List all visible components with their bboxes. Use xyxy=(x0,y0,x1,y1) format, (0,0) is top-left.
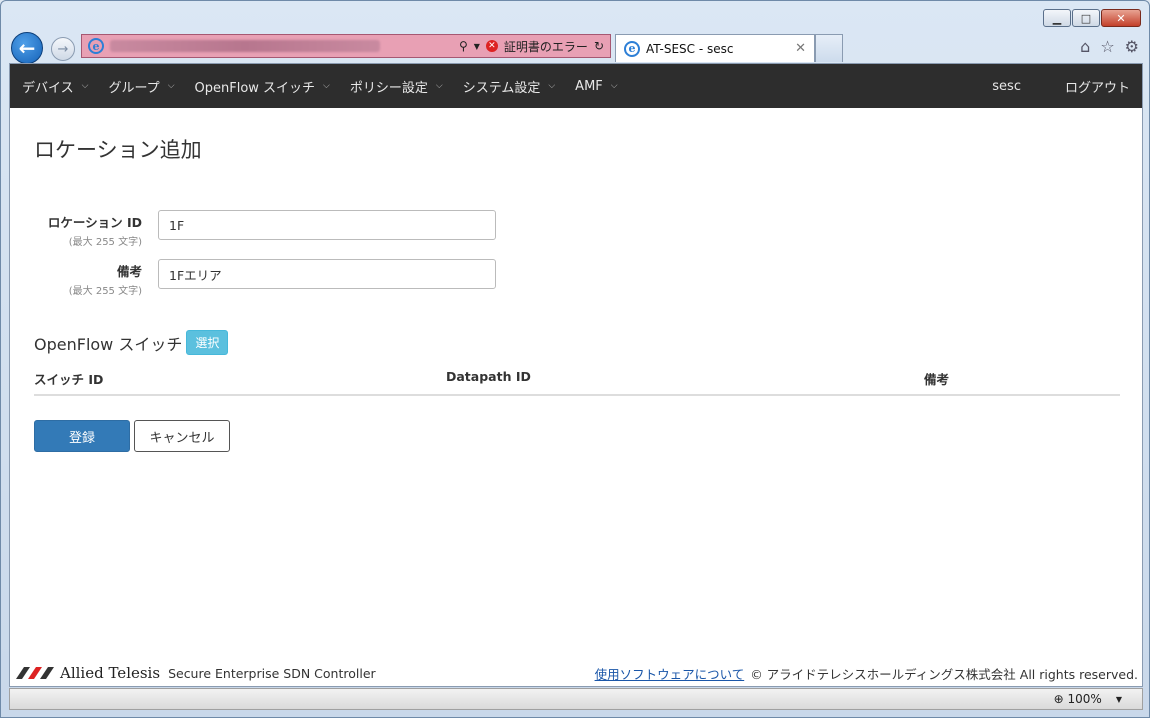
nav-label: AMF xyxy=(575,78,603,94)
nav-item-policy-settings[interactable]: ポリシー設定 ⌵ xyxy=(350,77,443,96)
refresh-icon[interactable]: ↻ xyxy=(594,39,604,53)
ie-icon: e xyxy=(88,38,104,54)
address-bar[interactable]: e ⚲ ▼ ✕ 証明書のエラー ↻ xyxy=(81,34,611,58)
address-actions: ⚲ ▼ ✕ 証明書のエラー ↻ xyxy=(459,38,604,55)
dropdown-icon[interactable]: ▼ xyxy=(474,42,480,51)
nav-item-system-settings[interactable]: システム設定 ⌵ xyxy=(463,77,555,96)
zoom-value: 100% xyxy=(1067,692,1102,706)
openflow-switch-section: OpenFlow スイッチ 選択 xyxy=(34,330,1118,355)
gear-icon[interactable]: ⚙ xyxy=(1125,37,1139,56)
page-viewport: デバイス ⌵ グループ ⌵ OpenFlow スイッチ ⌵ ポリシー設定 ⌵ シ… xyxy=(9,63,1143,687)
nav-item-openflow-switch[interactable]: OpenFlow スイッチ ⌵ xyxy=(195,77,330,96)
logo-mark-icon xyxy=(16,667,54,679)
zoom-level[interactable]: ⊕ 100% xyxy=(1054,692,1102,706)
chevron-down-icon: ⌵ xyxy=(167,81,175,91)
brand-name: Allied Telesis xyxy=(60,664,161,682)
allied-telesis-logo: Allied Telesis xyxy=(16,664,160,682)
chevron-down-icon: ⌵ xyxy=(435,81,443,91)
footer-right: 使用ソフトウェアについて © アライドテレシスホールディングス株式会社 All … xyxy=(595,664,1138,683)
certificate-error-text[interactable]: 証明書のエラー xyxy=(504,38,588,55)
window-controls: ▁ □ ✕ xyxy=(1043,9,1141,27)
tab-title: AT-SESC - sesc xyxy=(646,41,734,56)
nav-label: グループ xyxy=(108,80,160,96)
about-software-link[interactable]: 使用ソフトウェアについて xyxy=(595,664,745,683)
location-id-label: ロケーション ID xyxy=(47,215,142,230)
certificate-error-icon[interactable]: ✕ xyxy=(485,40,498,52)
forward-arrow-icon[interactable]: → xyxy=(51,37,75,61)
nav-right: sesc ログアウト xyxy=(992,77,1130,96)
cancel-button[interactable]: キャンセル xyxy=(134,420,230,452)
chevron-down-icon: ⌵ xyxy=(548,81,556,91)
remarks-hint: (最大 255 文字) xyxy=(68,286,142,297)
location-id-hint: (最大 255 文字) xyxy=(68,237,142,248)
toolbar-icons: ⌂ ☆ ⚙ xyxy=(1080,37,1139,56)
product-name: Secure Enterprise SDN Controller xyxy=(168,665,376,681)
chevron-down-icon: ⌵ xyxy=(610,81,618,91)
back-arrow-icon[interactable]: ← xyxy=(11,32,43,64)
column-header-remarks[interactable]: 備考 xyxy=(924,369,949,388)
nav-item-devices[interactable]: デバイス ⌵ xyxy=(22,77,88,96)
top-navbar: デバイス ⌵ グループ ⌵ OpenFlow スイッチ ⌵ ポリシー設定 ⌵ シ… xyxy=(10,64,1142,108)
page-footer: Allied Telesis Secure Enterprise SDN Con… xyxy=(10,660,1142,686)
browser-tab[interactable]: e AT-SESC - sesc ✕ xyxy=(615,34,815,62)
nav-item-groups[interactable]: グループ ⌵ xyxy=(108,77,174,96)
browser-window: ▁ □ ✕ ← → e ⚲ ▼ ✕ 証明書のエラー ↻ e AT-SESC - … xyxy=(0,0,1150,718)
remarks-input[interactable] xyxy=(158,259,496,289)
nav-label: ポリシー設定 xyxy=(349,80,428,96)
remarks-label: 備考 xyxy=(116,264,142,279)
maximize-icon[interactable]: □ xyxy=(1072,9,1100,27)
nav-item-amf[interactable]: AMF ⌵ xyxy=(575,79,617,94)
chevron-down-icon: ⌵ xyxy=(81,81,89,91)
label-column: 備考 (最大 255 文字) xyxy=(34,259,158,297)
register-button[interactable]: 登録 xyxy=(34,420,130,452)
switch-table-header: スイッチ ID Datapath ID 備考 xyxy=(34,369,1120,396)
favorites-star-icon[interactable]: ☆ xyxy=(1100,37,1114,56)
form-row-remarks: 備考 (最大 255 文字) xyxy=(34,259,1118,308)
zoom-dropdown-icon[interactable]: ▼ xyxy=(1116,695,1122,704)
section-title: OpenFlow スイッチ xyxy=(34,334,183,354)
home-icon[interactable]: ⌂ xyxy=(1080,37,1090,56)
status-bar: ⊕ 100% ▼ xyxy=(9,688,1143,710)
label-column: ロケーション ID (最大 255 文字) xyxy=(34,210,158,248)
copyright: © アライドテレシスホールディングス株式会社 All rights reserv… xyxy=(750,666,1138,682)
nav-label: システム設定 xyxy=(462,80,541,96)
column-header-datapath-id[interactable]: Datapath ID xyxy=(446,369,924,388)
zoom-icon: ⊕ xyxy=(1053,692,1064,706)
tab-close-icon[interactable]: ✕ xyxy=(795,41,806,56)
select-switch-button[interactable]: 選択 xyxy=(186,330,229,355)
nav-user[interactable]: sesc xyxy=(992,79,1021,94)
nav-label: デバイス xyxy=(22,80,74,96)
main-content: ロケーション追加 ロケーション ID (最大 255 文字) 備考 (最大 25… xyxy=(10,108,1142,452)
minimize-icon[interactable]: ▁ xyxy=(1043,9,1071,27)
new-tab-button[interactable] xyxy=(815,34,843,62)
nav-label: OpenFlow スイッチ xyxy=(194,80,316,96)
close-window-icon[interactable]: ✕ xyxy=(1101,9,1141,27)
page-title: ロケーション追加 xyxy=(34,138,202,162)
column-header-switch-id[interactable]: スイッチ ID xyxy=(34,369,446,388)
logout-link[interactable]: ログアウト xyxy=(1065,77,1130,96)
chevron-down-icon: ⌵ xyxy=(323,81,330,91)
blurred-url xyxy=(110,40,380,52)
tab-ie-icon: e xyxy=(624,40,640,57)
form-actions: 登録 キャンセル xyxy=(34,420,1118,452)
search-icon[interactable]: ⚲ xyxy=(459,39,468,53)
location-id-input[interactable] xyxy=(158,210,496,240)
form-row-location-id: ロケーション ID (最大 255 文字) xyxy=(34,210,1118,259)
browser-toolbar: ← → e ⚲ ▼ ✕ 証明書のエラー ↻ e AT-SESC - sesc ✕… xyxy=(9,31,1143,64)
